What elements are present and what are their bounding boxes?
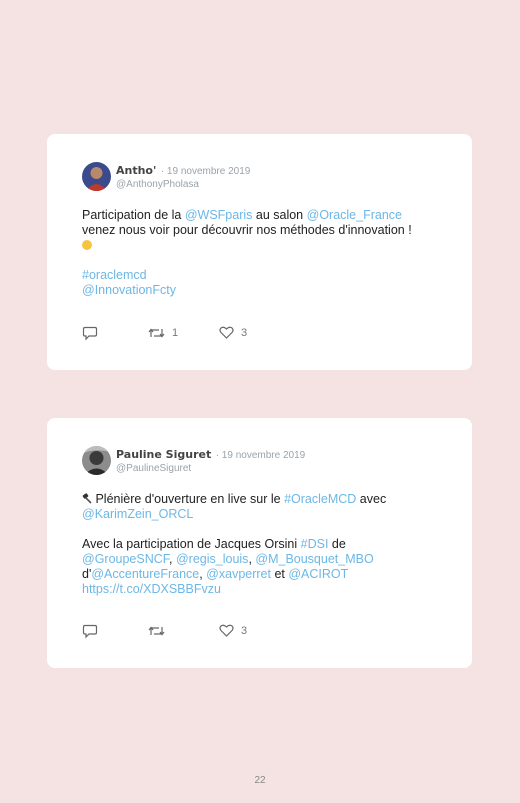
reply-button[interactable] <box>82 624 98 639</box>
text-segment: d' <box>82 567 92 581</box>
heart-icon <box>219 326 234 339</box>
tweet-actions: 3 <box>82 624 282 640</box>
hashtag-link[interactable]: #oraclemcd <box>82 268 452 283</box>
text-segment: Avec la participation de Jacques Orsini <box>82 537 301 551</box>
text-segment: Plénière d'ouverture en live sur le <box>92 492 285 506</box>
text-segment: de <box>328 537 346 551</box>
reply-icon <box>82 326 98 341</box>
mention-link[interactable]: @regis_louis <box>176 552 248 566</box>
like-count: 3 <box>241 326 248 339</box>
author-name[interactable]: Antho' <box>116 164 156 177</box>
retweet-icon <box>148 328 165 338</box>
mention-link[interactable]: @GroupeSNCF <box>82 552 169 566</box>
reply-button[interactable] <box>82 326 98 341</box>
author-handle[interactable]: @AnthonyPholasa <box>116 178 250 191</box>
retweet-button[interactable]: 1 <box>148 326 178 340</box>
text-segment: avec <box>356 492 387 506</box>
hashtag-link[interactable]: #OracleMCD <box>284 492 356 506</box>
text-line: venez nous voir pour découvrir nos métho… <box>82 223 412 237</box>
mention-link[interactable]: @ACIROT <box>288 567 348 581</box>
retweet-count: 1 <box>172 327 179 339</box>
reply-icon <box>82 624 98 639</box>
heart-icon <box>219 624 234 637</box>
avatar[interactable] <box>82 446 111 475</box>
author-handle[interactable]: @PaulineSiguret <box>116 462 305 475</box>
tweet-text: Plénière d'ouverture en live sur le #Ora… <box>82 492 452 597</box>
microphone-emoji-icon <box>82 493 92 504</box>
tweet-card: Antho' · 19 novembre 2019 @AnthonyPholas… <box>47 134 472 370</box>
tweet-text: Participation de la @WSFparis au salon @… <box>82 208 452 298</box>
like-count: 3 <box>241 624 248 637</box>
mention-link[interactable]: @InnovationFcty <box>82 283 452 298</box>
tweet-meta: Pauline Siguret · 19 novembre 2019 @Paul… <box>116 447 305 475</box>
text-segment: et <box>270 567 289 581</box>
retweet-button[interactable] <box>148 624 172 638</box>
mention-link[interactable]: @KarimZein_ORCL <box>82 507 452 522</box>
tweet-date: · 19 novembre 2019 <box>160 166 251 177</box>
page-number: 22 <box>254 775 266 786</box>
mention-link[interactable]: @AccentureFrance <box>91 567 199 581</box>
author-name[interactable]: Pauline Siguret <box>116 448 211 461</box>
grinning-emoji-icon <box>82 240 92 250</box>
url-link[interactable]: https://t.co/XDXSBBFvzu <box>82 582 452 597</box>
text-segment: au salon <box>252 208 307 222</box>
mention-link[interactable]: @Oracle_France <box>307 208 402 222</box>
tweet-actions: 1 3 <box>82 326 282 342</box>
avatar[interactable] <box>82 162 111 191</box>
like-button[interactable]: 3 <box>219 326 247 339</box>
mention-link[interactable]: @xavperret <box>206 567 271 581</box>
text-segment: , <box>169 552 176 566</box>
hashtag-link[interactable]: #DSI <box>301 537 329 551</box>
tweet-date: · 19 novembre 2019 <box>215 450 306 461</box>
like-button[interactable]: 3 <box>219 624 247 637</box>
text-segment: Participation de la <box>82 208 185 222</box>
tweet-card: Pauline Siguret · 19 novembre 2019 @Paul… <box>47 418 472 668</box>
mention-link[interactable]: @WSFparis <box>185 208 253 222</box>
mention-link[interactable]: @M_Bousquet_MBO <box>255 552 373 566</box>
retweet-icon <box>148 626 165 636</box>
tweet-meta: Antho' · 19 novembre 2019 @AnthonyPholas… <box>116 163 250 191</box>
